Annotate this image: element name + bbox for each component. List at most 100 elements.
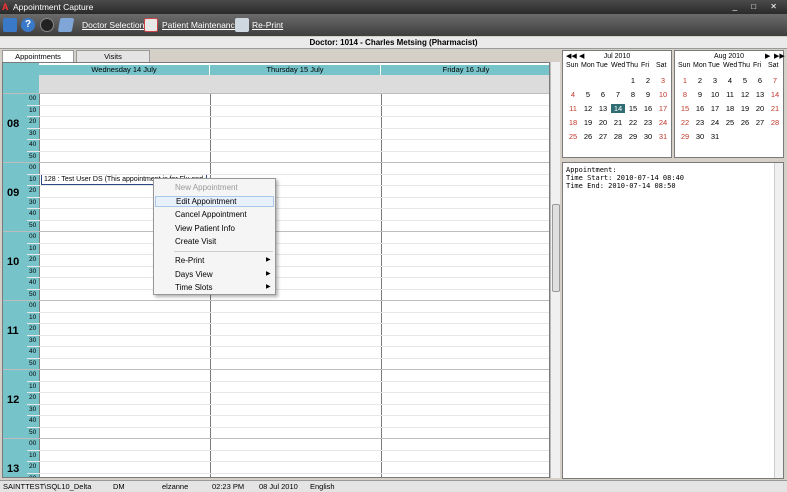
menu-create-visit[interactable]: Create Visit [175,237,216,246]
help-icon[interactable]: ? [21,18,35,32]
calendar-day[interactable]: 21 [611,118,625,127]
reprint-button[interactable]: Re-Print [252,20,283,30]
calendar-day[interactable]: 24 [656,118,670,127]
calendar-day[interactable]: 14 [611,104,625,113]
calendar-august[interactable]: Aug 2010 ▶ ▶▶ Sun Mon Tue Wed Thu Fri Sat 1 2 3 4 5… [674,50,785,158]
calendar-day[interactable]: 28 [611,132,625,141]
calendar-day[interactable]: 6 [753,76,767,85]
calendar-day[interactable]: 22 [626,118,640,127]
calendar-july[interactable]: ◀◀ ◀ Jul 2010 Sun Mon Tue Wed Thu Fri Sat 1 2 3 4 5… [562,50,672,158]
menu-new-appointment[interactable]: New Appointment [175,183,238,192]
status-language: English [310,482,335,491]
menu-cancel-appointment[interactable]: Cancel Appointment [175,210,247,219]
calendar-day[interactable]: 3 [656,76,670,85]
calendar-day[interactable]: 17 [708,104,722,113]
doctor-selection-button[interactable]: Doctor Selection [82,20,144,30]
calendar-day[interactable]: 15 [678,104,692,113]
calendar-day[interactable]: 3 [708,76,722,85]
calendar-day[interactable]: 7 [768,76,782,85]
minute-label: 20 [29,394,37,401]
calendar-day[interactable]: 9 [641,90,655,99]
scrollbar-thumb[interactable] [552,204,560,292]
calendar-day[interactable]: 16 [641,104,655,113]
calendar-day[interactable]: 20 [753,104,767,113]
calendar-day[interactable]: 19 [738,104,752,113]
calendar-day[interactable]: 11 [566,104,580,113]
calendar-day[interactable]: 30 [641,132,655,141]
patient-icon[interactable] [144,18,158,32]
calendar-day[interactable]: 9 [693,90,707,99]
details-line: Time Start: 2010-07-14 08:40 [566,174,685,182]
exit-icon[interactable] [3,18,17,32]
calendar-day[interactable]: 29 [678,132,692,141]
appointment-details: Appointment: Time Start: 2010-07-14 08:4… [562,162,784,479]
calendar-dow: Fri [753,62,762,69]
all-day-row[interactable] [39,75,549,93]
next-month-icon[interactable]: ▶ [765,52,770,62]
doctor-icon[interactable] [57,18,75,32]
next-year-icon[interactable]: ▶▶ [774,52,785,62]
calendar-day[interactable]: 2 [693,76,707,85]
calendar-day[interactable]: 25 [566,132,580,141]
calendar-day[interactable]: 12 [581,104,595,113]
patient-maintenance-button[interactable]: Patient Maintenance [162,20,240,30]
calendar-day[interactable]: 4 [566,90,580,99]
calendar-day[interactable]: 21 [768,104,782,113]
window-controls[interactable]: _ □ ✕ [733,2,783,11]
minute-label: 00 [29,440,37,447]
calendar-day[interactable]: 16 [693,104,707,113]
calendar-day[interactable]: 13 [753,90,767,99]
calendar-day[interactable]: 18 [566,118,580,127]
calendar-day[interactable]: 8 [678,90,692,99]
calendar-day[interactable]: 17 [656,104,670,113]
calendar-day[interactable]: 10 [656,90,670,99]
calendar-day[interactable]: 23 [693,118,707,127]
calendar-day[interactable]: 24 [708,118,722,127]
calendar-day[interactable]: 4 [723,76,737,85]
hour-label: 09 [7,187,20,199]
calendar-day[interactable]: 30 [693,132,707,141]
calendar-day[interactable]: 22 [678,118,692,127]
calendar-day[interactable]: 6 [596,90,610,99]
calendar-day[interactable]: 1 [678,76,692,85]
calendar-day[interactable]: 5 [738,76,752,85]
tab-visits[interactable]: Visits [76,50,150,62]
calendar-day[interactable]: 5 [581,90,595,99]
day-header-wed[interactable]: Wednesday 14 July [39,65,209,75]
calendar-day[interactable]: 20 [596,118,610,127]
printer-icon[interactable] [235,18,249,32]
calendar-day[interactable]: 14 [768,90,782,99]
calendar-day[interactable]: 26 [738,118,752,127]
day-header-fri[interactable]: Friday 16 July [381,65,549,75]
details-scrollbar[interactable] [774,163,783,478]
calendar-day[interactable]: 2 [641,76,655,85]
menu-time-slots[interactable]: Time Slots [175,283,213,292]
calendar-day[interactable]: 29 [626,132,640,141]
calendar-day[interactable]: 28 [768,118,782,127]
scheduler[interactable]: Wednesday 14 July Thursday 15 July Frida… [2,62,550,478]
calendar-day[interactable]: 8 [626,90,640,99]
calendar-day[interactable]: 13 [596,104,610,113]
calendar-day[interactable]: 1 [626,76,640,85]
calendar-day[interactable]: 15 [626,104,640,113]
menu-days-view[interactable]: Days View [175,270,213,279]
calendar-day[interactable]: 10 [708,90,722,99]
calendar-day[interactable]: 11 [723,90,737,99]
menu-edit-appointment[interactable]: Edit Appointment [155,196,274,207]
calendar-day[interactable]: 27 [753,118,767,127]
calendar-day[interactable]: 31 [656,132,670,141]
day-header-thu[interactable]: Thursday 15 July [210,65,380,75]
record-icon[interactable] [40,18,54,32]
calendar-day[interactable]: 31 [708,132,722,141]
calendar-day[interactable]: 7 [611,90,625,99]
scheduler-scrollbar[interactable] [550,62,560,478]
calendar-day[interactable]: 18 [723,104,737,113]
calendar-day[interactable]: 26 [581,132,595,141]
calendar-day[interactable]: 19 [581,118,595,127]
calendar-day[interactable]: 12 [738,90,752,99]
menu-reprint[interactable]: Re-Print [175,256,204,265]
calendar-day[interactable]: 27 [596,132,610,141]
calendar-day[interactable]: 23 [641,118,655,127]
calendar-day[interactable]: 25 [723,118,737,127]
menu-view-patient-info[interactable]: View Patient Info [175,224,235,233]
